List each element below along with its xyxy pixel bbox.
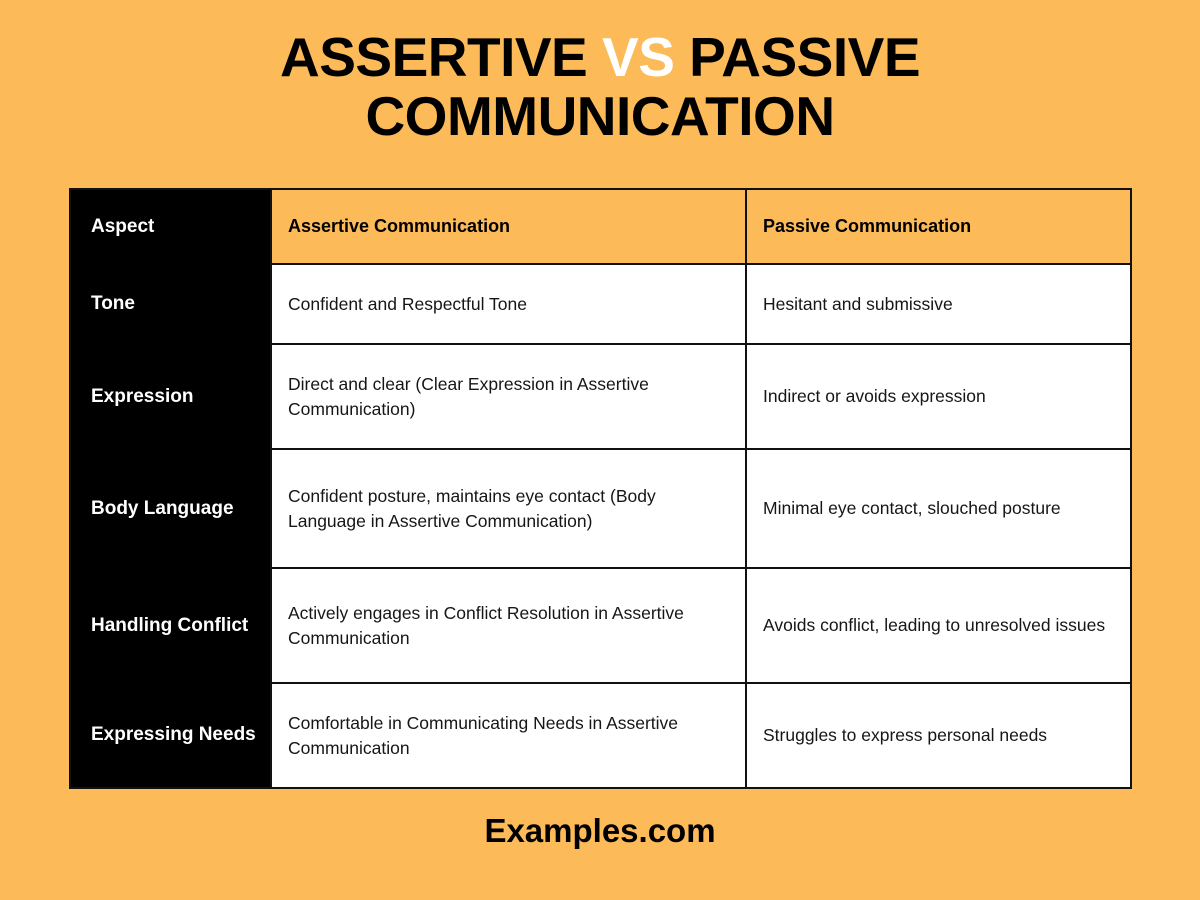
column-header-aspect: Aspect [71, 190, 271, 264]
cell-passive-expression: Indirect or avoids expression [745, 343, 1130, 449]
cell-passive-tone: Hesitant and submissive [745, 264, 1130, 344]
page-title: ASSERTIVE VS PASSIVE COMMUNICATION [0, 28, 1200, 146]
comparison-table: Aspect Assertive Communication Passive C… [71, 190, 1130, 787]
row-label-expression: Expression [71, 344, 271, 449]
table-row: Tone Confident and Respectful Tone Hesit… [71, 264, 1130, 344]
row-label-expressing-needs: Expressing Needs [71, 683, 271, 787]
table-header: Aspect Assertive Communication Passive C… [71, 190, 1130, 265]
table-row: Handling Conflict Actively engages in Co… [71, 567, 1130, 683]
table-body: Tone Confident and Respectful Tone Hesit… [71, 264, 1130, 787]
infographic-page: ASSERTIVE VS PASSIVE COMMUNICATION Aspec… [0, 0, 1200, 900]
cell-assertive-expressing-needs: Comfortable in Communicating Needs in As… [270, 682, 746, 787]
table-row: Expression Direct and clear (Clear Expre… [71, 343, 1130, 449]
column-header-passive: Passive Communication [745, 190, 1130, 265]
column-header-assertive: Assertive Communication [270, 190, 746, 265]
table-row: Body Language Confident posture, maintai… [71, 448, 1130, 568]
title-line-1: ASSERTIVE VS PASSIVE [0, 28, 1200, 87]
row-label-handling-conflict: Handling Conflict [71, 568, 271, 683]
table-header-row: Aspect Assertive Communication Passive C… [71, 190, 1130, 265]
cell-assertive-handling-conflict: Actively engages in Conflict Resolution … [270, 567, 746, 683]
cell-assertive-expression: Direct and clear (Clear Expression in As… [270, 343, 746, 449]
title-text-assertive: ASSERTIVE [279, 26, 603, 88]
comparison-table-container: Aspect Assertive Communication Passive C… [69, 188, 1132, 789]
row-label-body-language: Body Language [71, 449, 271, 568]
cell-passive-body-language: Minimal eye contact, slouched posture [745, 448, 1130, 568]
title-text-passive: PASSIVE [674, 26, 921, 88]
cell-assertive-tone: Confident and Respectful Tone [270, 264, 746, 344]
cell-assertive-body-language: Confident posture, maintains eye contact… [270, 448, 746, 568]
title-text-vs: VS [602, 26, 675, 88]
row-label-tone: Tone [71, 264, 271, 344]
table-row: Expressing Needs Comfortable in Communic… [71, 682, 1130, 787]
footer-brand: Examples.com [484, 812, 716, 849]
title-line-2: COMMUNICATION [365, 84, 835, 147]
cell-passive-expressing-needs: Struggles to express personal needs [745, 682, 1130, 787]
cell-passive-handling-conflict: Avoids conflict, leading to unresolved i… [745, 567, 1130, 683]
